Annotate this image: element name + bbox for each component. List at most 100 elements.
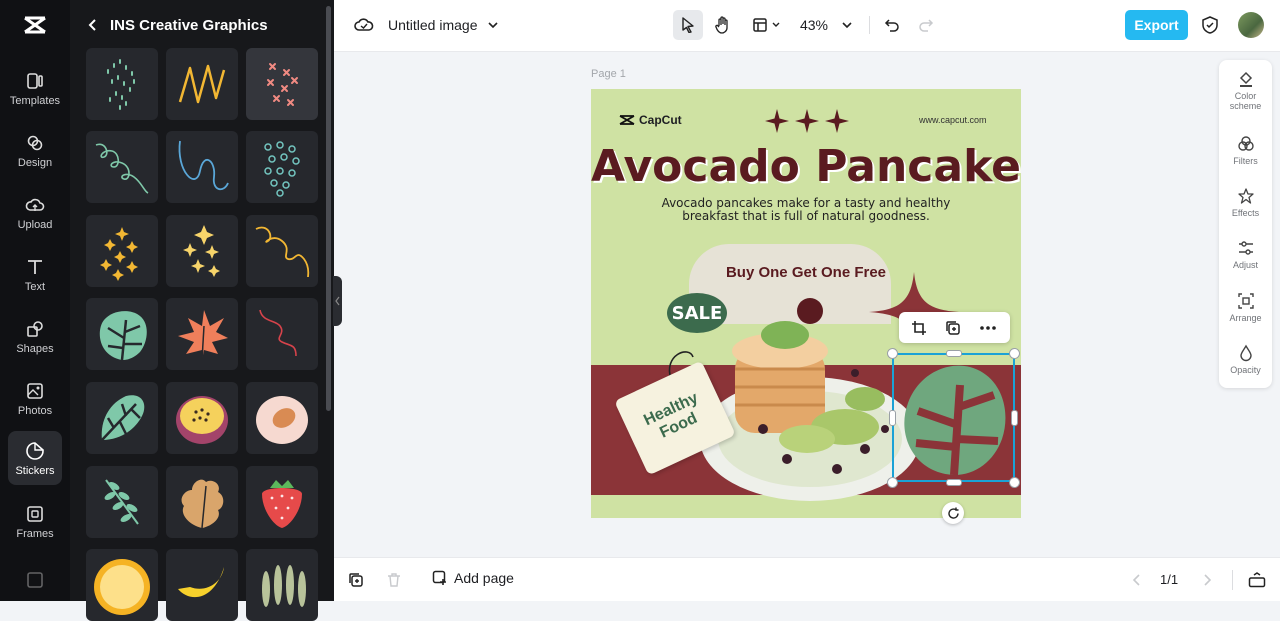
rp-filters[interactable]: Filters bbox=[1219, 135, 1272, 166]
brand-logo: CapCut bbox=[619, 113, 682, 127]
undo-button[interactable] bbox=[880, 10, 904, 40]
panel-scrollbar[interactable] bbox=[326, 6, 331, 411]
rail-item-upload[interactable]: Upload bbox=[8, 185, 62, 239]
sticker-yellow-zigzag[interactable] bbox=[166, 48, 238, 120]
capcut-logo-icon[interactable] bbox=[22, 12, 48, 38]
sale-badge[interactable]: SALE bbox=[667, 293, 727, 333]
more-options-icon[interactable] bbox=[979, 320, 997, 336]
rail-item-shapes[interactable]: Shapes bbox=[8, 309, 62, 363]
resize-handle-bottom-right[interactable] bbox=[1009, 477, 1020, 488]
rail-item-stickers[interactable]: Stickers bbox=[8, 431, 62, 485]
sticker-green-curl-line[interactable] bbox=[86, 131, 158, 203]
rp-label: Arrange bbox=[1229, 313, 1262, 323]
canvas-title[interactable]: Avocado Pancake bbox=[591, 141, 1021, 192]
redo-button[interactable] bbox=[914, 10, 938, 40]
pages-panel-icon[interactable] bbox=[1248, 572, 1266, 588]
rail-item-more[interactable] bbox=[8, 560, 62, 614]
selection-toolbar bbox=[899, 312, 1010, 343]
resize-handle-top-right[interactable] bbox=[1009, 348, 1020, 359]
resize-handle-left[interactable] bbox=[889, 410, 896, 426]
canvas-subtitle-1[interactable]: Avocado pancakes make for a tasty and he… bbox=[591, 196, 1021, 210]
rp-adjust[interactable]: Adjust bbox=[1219, 239, 1272, 270]
more-tools-icon bbox=[27, 572, 43, 588]
sticker-banana[interactable] bbox=[166, 549, 238, 621]
page-counter: 1/1 bbox=[1160, 572, 1179, 587]
delete-page-icon[interactable] bbox=[386, 572, 402, 588]
rail-label: Frames bbox=[16, 528, 54, 540]
chevron-down-icon bbox=[772, 22, 780, 27]
sticker-passion-fruit[interactable] bbox=[166, 382, 238, 454]
adjust-icon bbox=[1238, 241, 1253, 255]
rail-label: Photos bbox=[17, 405, 53, 417]
star-decorations-icon bbox=[765, 109, 849, 133]
selection-box[interactable] bbox=[892, 353, 1015, 482]
sticker-blue-squiggle[interactable] bbox=[166, 131, 238, 203]
rail-item-templates[interactable]: Templates bbox=[8, 61, 62, 115]
layout-dropdown-button[interactable] bbox=[748, 10, 784, 40]
sticker-yellow-sparkles[interactable] bbox=[86, 215, 158, 287]
user-avatar[interactable] bbox=[1238, 12, 1264, 38]
duplicate-icon[interactable] bbox=[945, 320, 961, 336]
rail-label: Shapes bbox=[16, 343, 54, 355]
sticker-strawberry[interactable] bbox=[246, 466, 318, 538]
security-button[interactable] bbox=[1198, 10, 1222, 40]
frames-icon bbox=[27, 506, 43, 522]
sticker-palm-leaves[interactable] bbox=[246, 549, 318, 621]
resize-handle-top-left[interactable] bbox=[887, 348, 898, 359]
add-page-button[interactable]: Add page bbox=[432, 570, 514, 586]
file-name-dropdown[interactable]: Untitled image bbox=[388, 10, 504, 40]
resize-handle-bottom[interactable] bbox=[946, 479, 962, 486]
collapse-panel-handle[interactable] bbox=[333, 276, 342, 326]
cloud-save-button[interactable] bbox=[352, 10, 376, 40]
toolbar-divider bbox=[869, 16, 870, 34]
previous-page-icon[interactable] bbox=[1132, 573, 1142, 587]
add-page-label: Add page bbox=[454, 570, 514, 586]
sticker-tan-oak-leaf[interactable] bbox=[166, 466, 238, 538]
back-arrow-icon[interactable] bbox=[86, 18, 100, 32]
rail-label: Upload bbox=[17, 219, 53, 231]
rotate-button[interactable] bbox=[942, 502, 964, 524]
rp-color-scheme[interactable]: Color scheme bbox=[1219, 70, 1272, 111]
pancake-photo[interactable] bbox=[695, 289, 925, 509]
rail-item-photos[interactable]: Photos bbox=[8, 371, 62, 425]
sticker-peach-nut[interactable] bbox=[246, 382, 318, 454]
redo-icon bbox=[919, 19, 934, 32]
color-scheme-icon bbox=[1239, 71, 1252, 87]
export-button[interactable]: Export bbox=[1125, 10, 1188, 40]
sticker-pink-crosses[interactable] bbox=[246, 48, 318, 120]
cursor-icon bbox=[682, 17, 694, 33]
sticker-green-twig[interactable] bbox=[86, 466, 158, 538]
top-toolbar: Untitled image 43% Export bbox=[334, 0, 1280, 52]
duplicate-page-icon[interactable] bbox=[348, 572, 364, 588]
sticker-red-line[interactable] bbox=[246, 298, 318, 370]
rail-label: Stickers bbox=[15, 465, 55, 477]
sticker-orange-leaf[interactable] bbox=[166, 298, 238, 370]
resize-handle-bottom-left[interactable] bbox=[887, 477, 898, 488]
rp-opacity[interactable]: Opacity bbox=[1219, 344, 1272, 375]
sticker-green-rain-dashes[interactable] bbox=[86, 48, 158, 120]
rp-label: Opacity bbox=[1230, 365, 1261, 375]
next-page-icon[interactable] bbox=[1202, 573, 1212, 587]
sticker-green-oak-leaf[interactable] bbox=[86, 382, 158, 454]
rail-item-design[interactable]: Design bbox=[8, 123, 62, 177]
zoom-level: 43% bbox=[799, 17, 829, 33]
rp-arrange[interactable]: Arrange bbox=[1219, 292, 1272, 323]
rail-item-frames[interactable]: Frames bbox=[8, 494, 62, 548]
cloud-icon bbox=[354, 18, 374, 31]
zoom-dropdown[interactable]: 43% bbox=[796, 10, 856, 40]
canvas-subtitle-2[interactable]: breakfast that is full of natural goodne… bbox=[591, 209, 1021, 223]
resize-handle-top[interactable] bbox=[946, 350, 962, 357]
sticker-lemon-slice[interactable] bbox=[86, 549, 158, 621]
select-tool-button[interactable] bbox=[673, 10, 703, 40]
rail-item-text[interactable]: Text bbox=[8, 247, 62, 301]
sticker-light-yellow-sparkles[interactable] bbox=[166, 215, 238, 287]
rotate-icon bbox=[947, 507, 959, 519]
resize-handle-right[interactable] bbox=[1011, 410, 1018, 426]
sticker-green-monstera-leaf[interactable] bbox=[86, 298, 158, 370]
rp-effects[interactable]: Effects bbox=[1219, 187, 1272, 218]
hand-tool-button[interactable] bbox=[708, 10, 738, 40]
sticker-yellow-wave-line[interactable] bbox=[246, 215, 318, 287]
sticker-teal-circles[interactable] bbox=[246, 131, 318, 203]
crop-icon[interactable] bbox=[911, 320, 927, 336]
rp-label: Color scheme bbox=[1229, 91, 1262, 111]
